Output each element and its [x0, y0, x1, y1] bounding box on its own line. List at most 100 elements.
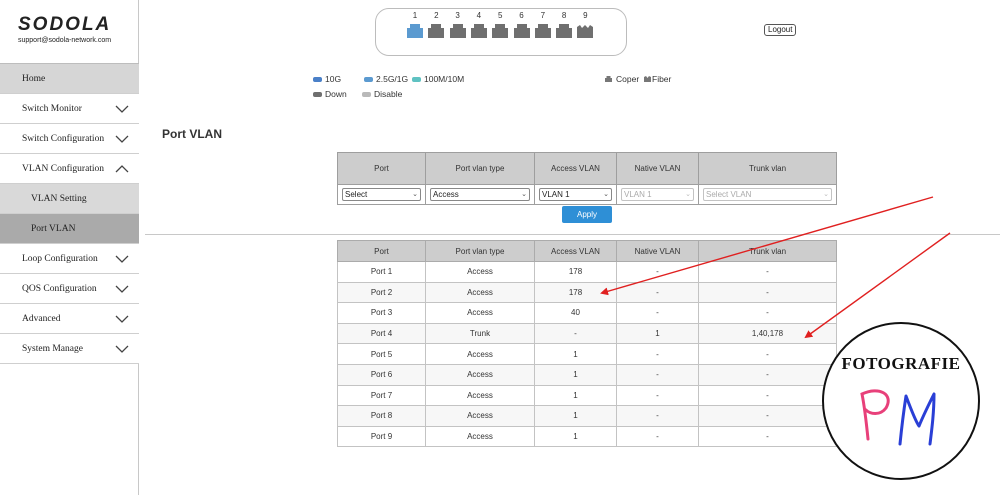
cell-vlan-type: Access — [425, 302, 535, 324]
cell-vlan-type: Access — [425, 405, 535, 427]
port-number: 1 — [412, 11, 418, 20]
chevron-down-icon: ⌄ — [412, 191, 418, 198]
cell-access-vlan: 1 — [534, 384, 617, 407]
cell-port: Port 3 — [337, 302, 426, 324]
cell-port: Port 8 — [337, 405, 426, 427]
cell-access-vlan: 1 — [534, 405, 617, 427]
port-3[interactable]: 3 — [448, 9, 468, 39]
cell-access-vlan: 178 — [534, 281, 617, 304]
sidebar-item-label: Home — [22, 73, 46, 84]
cell-trunk-vlan: - — [698, 405, 837, 427]
chevron-down-icon — [115, 135, 129, 143]
port-status-panel: 1 2 3 4 5 6 7 8 9 — [375, 8, 627, 56]
table-row: Port 4 Trunk -1 1,40,178 — [337, 322, 837, 345]
sidebar-item-loop-configuration[interactable]: Loop Configuration — [0, 244, 139, 274]
port-number: 5 — [497, 11, 503, 20]
ethernet-port-icon — [491, 23, 509, 39]
sidebar-item-vlan-configuration[interactable]: VLAN Configuration — [0, 154, 139, 184]
port-7[interactable]: 7 — [533, 9, 553, 39]
port-number: 6 — [519, 11, 524, 20]
sidebar-item-advanced[interactable]: Advanced — [0, 304, 139, 334]
port-number: 4 — [476, 11, 482, 20]
header-access-vlan: Access VLAN — [534, 152, 617, 185]
fiber-port-icon — [644, 76, 651, 82]
legend-swatch — [412, 76, 421, 82]
cell-trunk-vlan: - — [698, 302, 837, 324]
legend-swatch — [362, 91, 371, 97]
sidebar-item-qos-configuration[interactable]: QOS Configuration — [0, 274, 139, 304]
port-8[interactable]: 8 — [554, 9, 574, 39]
cell-trunk-vlan: - — [698, 343, 837, 365]
sidebar-item-label: VLAN Setting — [31, 193, 87, 204]
ethernet-port-icon — [513, 23, 531, 39]
sidebar-item-port-vlan[interactable]: Port VLAN — [0, 214, 139, 244]
legend-label: Fiber — [652, 74, 672, 84]
legend-swatch — [313, 91, 322, 97]
legend-item-coper: Coper — [604, 74, 639, 84]
port-5[interactable]: 5 — [490, 9, 510, 39]
table-row: Port 2 Access 178- - — [337, 281, 837, 304]
port-4[interactable]: 4 — [469, 9, 489, 39]
header-port: Port — [337, 152, 426, 185]
cell-native-vlan: - — [616, 363, 699, 386]
cell-native-vlan: - — [616, 261, 699, 283]
page-title: Port VLAN — [162, 127, 222, 141]
apply-button[interactable]: Apply — [562, 206, 612, 223]
watermark-logo: FOTOGRAFIE — [822, 322, 980, 480]
port-9[interactable]: 9 — [575, 9, 595, 39]
cell-access-vlan: 1 — [534, 343, 617, 365]
legend-item-down: Down — [313, 89, 347, 99]
cell-native-vlan: 1 — [616, 322, 699, 345]
cell-vlan-type: Access — [425, 261, 535, 283]
header-port: Port — [337, 240, 426, 262]
cell-vlan-type: Access — [425, 363, 535, 386]
copper-port-icon — [605, 76, 612, 82]
sidebar-item-label: Loop Configuration — [22, 253, 98, 264]
table-row: Port 3 Access 40- - — [337, 302, 837, 324]
port-vlan-type-select[interactable]: Access ⌄ — [430, 188, 530, 201]
chevron-down-icon: ⌄ — [603, 191, 609, 198]
cell-access-vlan: 178 — [534, 261, 617, 283]
legend-label: 10G — [325, 74, 342, 84]
cell-port: Port 2 — [337, 281, 426, 304]
port-number: 2 — [434, 11, 439, 20]
sidebar-item-switch-monitor[interactable]: Switch Monitor — [0, 94, 139, 124]
port-vlan-table: Port Port vlan type Access VLAN Native V… — [337, 240, 837, 448]
sidebar-item-switch-configuration[interactable]: Switch Configuration — [0, 124, 139, 154]
chevron-down-icon — [115, 255, 129, 263]
brand-logo[interactable]: SODOLA support@sodola-network.com — [18, 14, 133, 44]
port-6[interactable]: 6 — [512, 9, 532, 39]
port-number: 8 — [561, 11, 567, 20]
cell-native-vlan: - — [616, 425, 699, 448]
access-vlan-select-value: VLAN 1 — [542, 190, 570, 199]
chevron-down-icon — [115, 285, 129, 293]
chevron-up-icon — [115, 164, 129, 172]
port-1[interactable]: 1 — [405, 9, 425, 39]
trunk-vlan-select-value: Select VLAN — [706, 190, 752, 199]
sidebar-item-label: Switch Configuration — [22, 133, 105, 144]
cell-trunk-vlan: - — [698, 425, 837, 448]
table-row: Port 8 Access 1- - — [337, 405, 837, 427]
logout-button[interactable]: Logout — [764, 24, 797, 36]
sidebar-item-label: Advanced — [22, 313, 61, 324]
sidebar-item-vlan-setting[interactable]: VLAN Setting — [0, 184, 139, 214]
table-row: Port 6 Access 1- - — [337, 363, 837, 386]
logo-text: SODOLA — [18, 14, 112, 35]
sidebar-item-home[interactable]: Home — [0, 64, 139, 94]
chevron-down-icon — [115, 315, 129, 323]
header-trunk-vlan: Trunk vlan — [698, 240, 837, 262]
cell-vlan-type: Access — [425, 425, 535, 448]
access-vlan-select[interactable]: VLAN 1 ⌄ — [539, 188, 612, 201]
port-select[interactable]: Select ⌄ — [342, 188, 421, 201]
legend-item-fiber: Fiber — [643, 74, 671, 84]
cell-port: Port 5 — [337, 343, 426, 365]
chevron-down-icon: ⌄ — [823, 191, 829, 198]
ethernet-port-icon — [555, 23, 573, 39]
header-native-vlan: Native VLAN — [616, 152, 699, 185]
cell-vlan-type: Access — [425, 281, 535, 304]
chevron-down-icon — [115, 345, 129, 353]
cell-vlan-type: Trunk — [425, 322, 535, 345]
cell-port: Port 4 — [337, 322, 426, 345]
sidebar-item-system-manage[interactable]: System Manage — [0, 334, 139, 364]
port-2[interactable]: 2 — [426, 9, 446, 39]
